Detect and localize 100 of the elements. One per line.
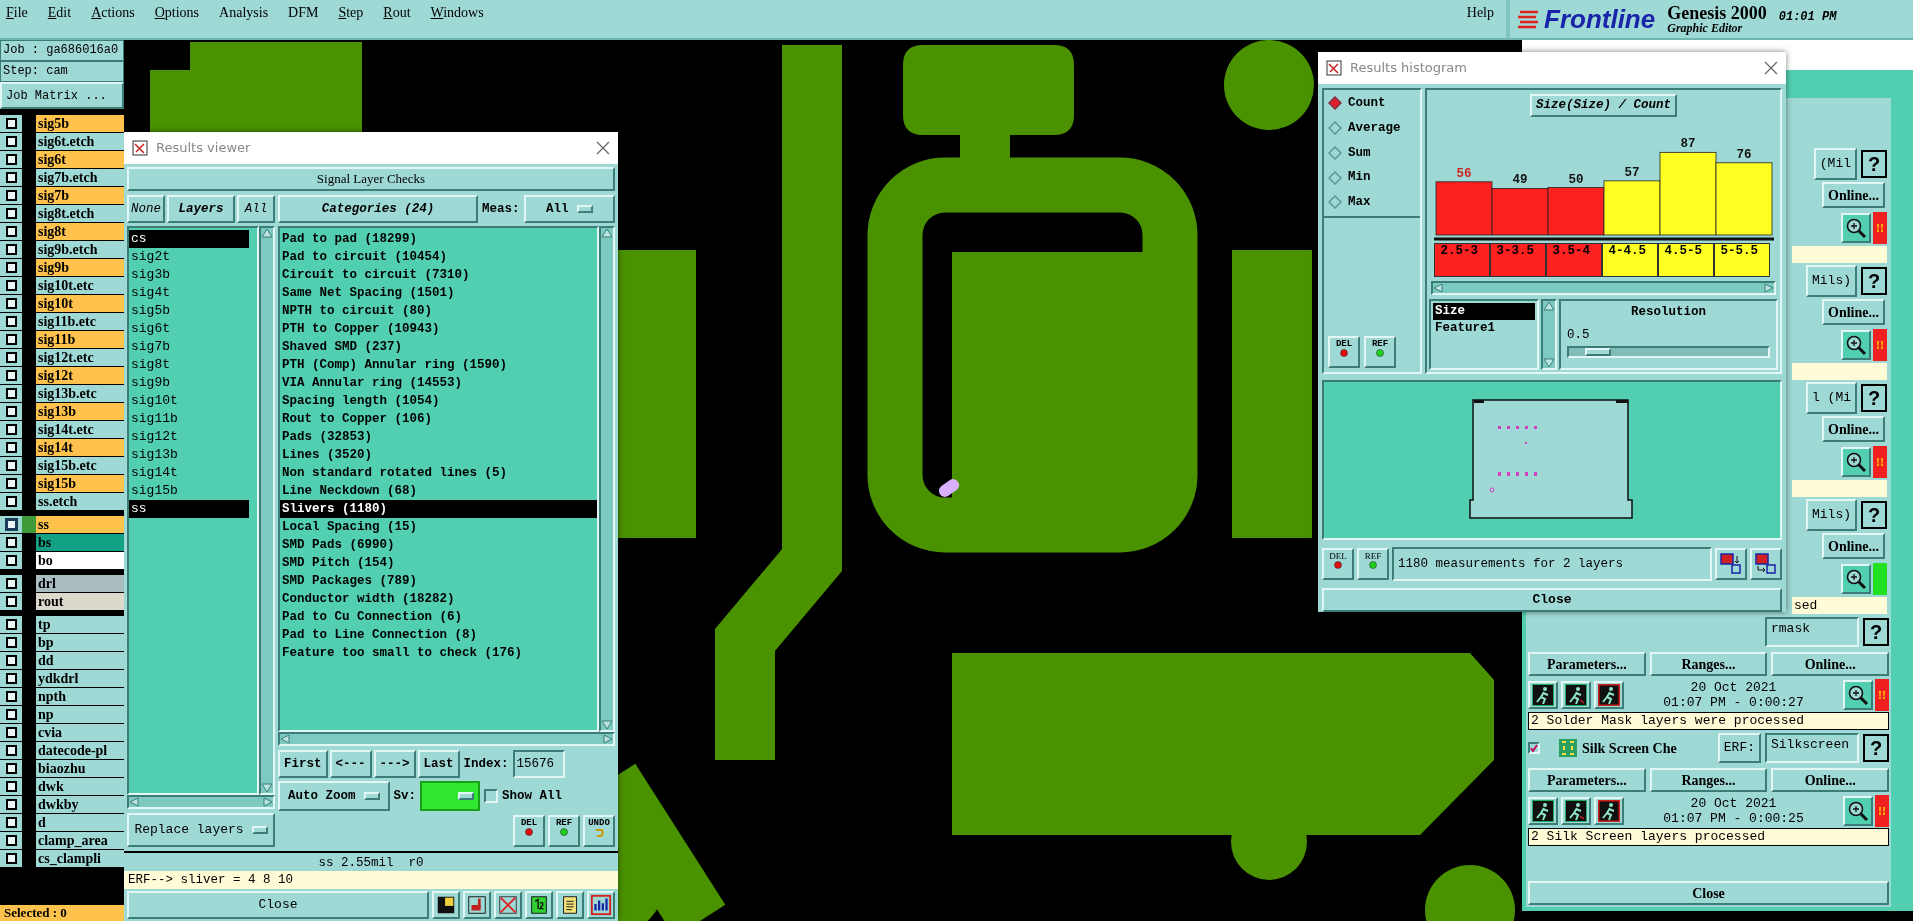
layer-list-item[interactable]: sig13b xyxy=(129,446,249,464)
layer-checkbox[interactable] xyxy=(5,619,17,630)
layer-checkbox[interactable] xyxy=(5,578,17,589)
layer-list-item[interactable]: sig5b xyxy=(129,302,249,320)
layer-checkbox[interactable] xyxy=(5,190,17,201)
layer-checkbox[interactable] xyxy=(5,727,17,738)
close-button[interactable]: Close xyxy=(127,891,429,919)
category-list-item[interactable]: NPTH to circuit (80) xyxy=(280,302,597,320)
undo-button[interactable]: UNDO xyxy=(583,815,615,847)
category-list-item[interactable]: Pads (32853) xyxy=(280,428,597,446)
online-button[interactable]: Online... xyxy=(1822,182,1885,208)
layer-list-item[interactable]: sig12t xyxy=(129,428,249,446)
check-action-button[interactable]: Ranges... xyxy=(1649,652,1768,676)
layer-checkbox[interactable] xyxy=(5,709,17,720)
category-list-item[interactable]: SMD Pitch (154) xyxy=(280,554,597,572)
vertical-scrollbar[interactable] xyxy=(599,226,615,732)
category-list-item[interactable]: Non standard rotated lines (5) xyxy=(280,464,597,482)
layer-list-item[interactable]: sig4t xyxy=(129,284,249,302)
category-list-item[interactable]: SMD Pads (6990) xyxy=(280,536,597,554)
menu-item[interactable]: Help xyxy=(1466,2,1506,23)
scroll-down-icon[interactable] xyxy=(601,720,613,730)
layer-list-item[interactable]: sig8t xyxy=(129,356,249,374)
layer-checkbox[interactable] xyxy=(5,799,17,810)
layer-checkbox[interactable] xyxy=(5,298,17,309)
run-button[interactable] xyxy=(1594,797,1624,825)
layer-checkbox[interactable] xyxy=(5,316,17,327)
run-button[interactable] xyxy=(1561,797,1591,825)
layer-checkbox[interactable] xyxy=(5,226,17,237)
radio-button[interactable] xyxy=(1328,96,1342,111)
layer-checkbox[interactable] xyxy=(5,352,17,363)
toolbar-button[interactable] xyxy=(1750,548,1782,580)
scroll-up-icon[interactable] xyxy=(1543,300,1555,311)
layer-list-item[interactable]: sig3b xyxy=(129,266,249,284)
resolution-slider-thumb[interactable] xyxy=(1584,348,1611,357)
layer-name[interactable]: cvia xyxy=(36,724,124,741)
layer-name[interactable]: ydkdrl xyxy=(36,670,124,687)
layer-checkbox[interactable] xyxy=(5,637,17,648)
layer-checkbox[interactable] xyxy=(5,596,17,607)
menu-item[interactable]: Windows xyxy=(430,2,484,23)
layer-checkbox[interactable] xyxy=(5,745,17,756)
category-list-item[interactable]: Shaved SMD (237) xyxy=(280,338,597,356)
zoom-in-button[interactable] xyxy=(1841,213,1871,243)
layer-checkbox[interactable] xyxy=(5,655,17,666)
show-all-checkbox[interactable] xyxy=(484,789,499,803)
navigation-button[interactable]: First xyxy=(278,750,328,778)
category-list-item[interactable]: PTH to Copper (10943) xyxy=(280,320,597,338)
category-list-item[interactable]: Slivers (1180) xyxy=(280,500,597,518)
category-list-item[interactable]: Pad to Line Connection (8) xyxy=(280,626,597,644)
layer-list-item[interactable]: sig14t xyxy=(129,464,249,482)
layer-name[interactable]: dwkby xyxy=(36,796,124,813)
layer-name[interactable]: sig6t.etch xyxy=(36,133,124,150)
layer-name[interactable]: sig14t.etc xyxy=(36,421,124,438)
category-list-item[interactable]: Pad to Cu Connection (6) xyxy=(280,608,597,626)
run-button[interactable] xyxy=(1528,681,1558,709)
layer-name[interactable]: sig8t xyxy=(36,223,124,240)
delete-button[interactable]: DEL xyxy=(1322,548,1354,580)
horizontal-scrollbar[interactable] xyxy=(127,795,275,809)
category-list-item[interactable]: Spacing length (1054) xyxy=(280,392,597,410)
category-list-item[interactable]: Feature too small to check (176) xyxy=(280,644,597,662)
check-action-button[interactable]: Parameters... xyxy=(1528,768,1646,792)
close-button[interactable]: Close xyxy=(1528,881,1889,905)
zoom-mode-dropdown[interactable]: Auto Zoom xyxy=(278,781,390,811)
horizontal-scrollbar[interactable] xyxy=(278,732,615,746)
job-matrix-button[interactable]: Job Matrix ... xyxy=(0,82,124,109)
layer-name[interactable]: sig9b xyxy=(36,259,124,276)
categories-button[interactable]: Categories (24) xyxy=(278,195,478,223)
run-button[interactable] xyxy=(1528,797,1558,825)
layer-name[interactable]: sig7b xyxy=(36,187,124,204)
menu-item[interactable]: Options xyxy=(154,2,200,23)
menu-item[interactable]: File xyxy=(6,2,28,23)
radio-button[interactable] xyxy=(1328,121,1342,136)
layer-name[interactable]: datecode-pl xyxy=(36,742,124,759)
layer-checkbox[interactable] xyxy=(5,555,17,566)
layer-filter-button[interactable]: None xyxy=(127,195,165,223)
layer-checkbox[interactable] xyxy=(5,208,17,219)
layer-checkbox[interactable] xyxy=(5,537,17,548)
menu-item[interactable]: Rout xyxy=(383,2,411,23)
layer-checkbox[interactable] xyxy=(5,853,17,864)
category-list-item[interactable]: Conductor width (18282) xyxy=(280,590,597,608)
run-button[interactable] xyxy=(1594,681,1624,709)
replace-layers-dropdown[interactable]: Replace layers xyxy=(127,813,275,847)
check-action-button[interactable]: Ranges... xyxy=(1649,768,1768,792)
zoom-in-button[interactable] xyxy=(1843,796,1873,826)
menu-item[interactable]: Actions xyxy=(91,2,135,23)
layer-name[interactable]: d xyxy=(36,814,124,831)
radio-button[interactable] xyxy=(1328,170,1342,185)
layer-checkbox[interactable] xyxy=(5,763,17,774)
online-button[interactable]: Online... xyxy=(1822,299,1885,325)
erf-field[interactable]: rmask xyxy=(1765,617,1859,647)
horizontal-scrollbar[interactable] xyxy=(1431,280,1776,295)
navigation-button[interactable]: Last xyxy=(417,750,460,778)
layer-name[interactable]: drl xyxy=(36,575,124,592)
layer-filter-button[interactable]: Layers xyxy=(167,195,235,223)
scroll-up-icon[interactable] xyxy=(261,228,273,238)
layer-list-item[interactable]: sig2t xyxy=(129,248,249,266)
check-enable-checkbox[interactable] xyxy=(1528,742,1540,754)
scroll-right-icon[interactable] xyxy=(263,797,273,807)
radio-button[interactable] xyxy=(1328,195,1342,210)
layer-name[interactable]: bs xyxy=(36,534,124,551)
category-list-item[interactable]: Rout to Copper (106) xyxy=(280,410,597,428)
